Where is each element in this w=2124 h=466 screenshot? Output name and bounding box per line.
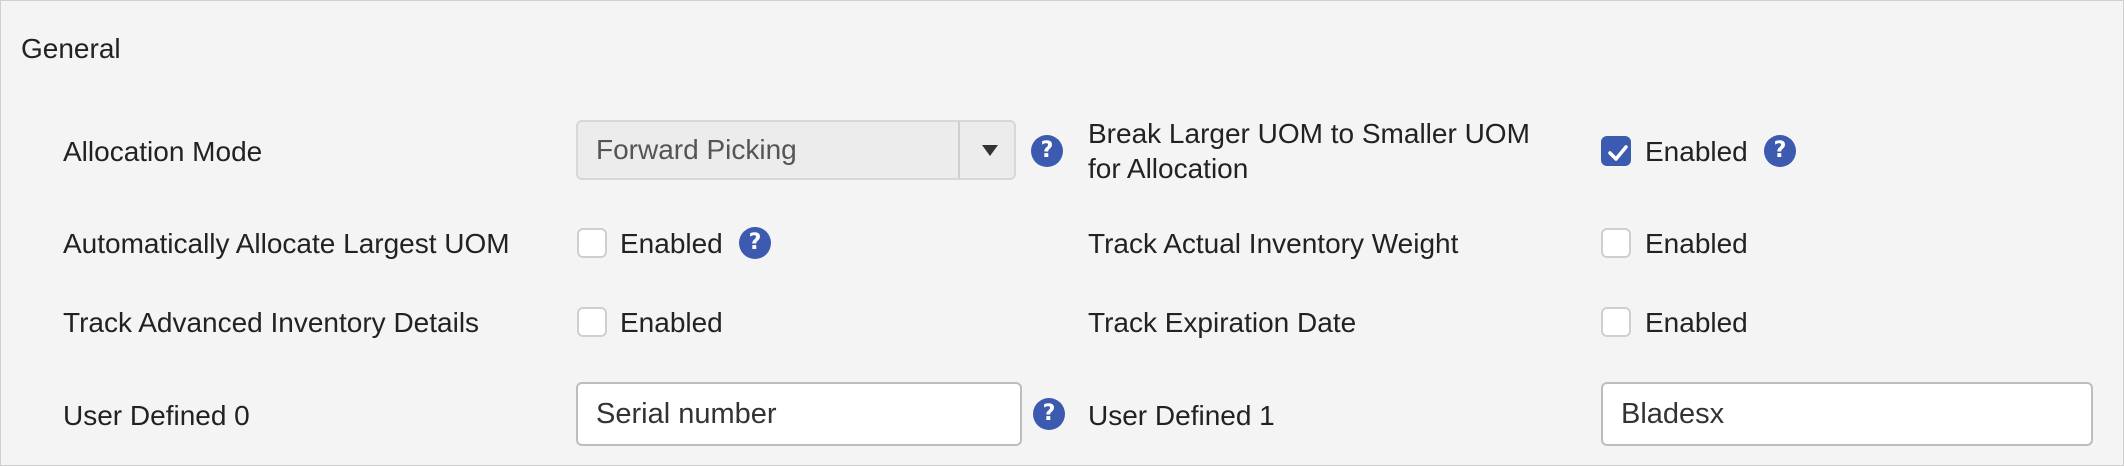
track-actual-weight-label: Track Actual Inventory Weight <box>1088 228 1459 259</box>
break-larger-uom-label: Break Larger UOM to Smaller UOM for Allo… <box>1088 116 1530 186</box>
check-icon <box>1608 145 1628 161</box>
user-defined-1-label: User Defined 1 <box>1088 400 1275 431</box>
break-larger-uom-checkbox[interactable] <box>1601 136 1631 166</box>
user-defined-0-label: User Defined 0 <box>63 400 250 431</box>
track-expiration-date-enabled-label: Enabled <box>1645 307 1748 338</box>
caret-down-icon[interactable] <box>982 145 998 156</box>
select-divider <box>958 122 960 178</box>
break-larger-uom-label-line1: Break Larger UOM to Smaller UOM <box>1088 118 1530 149</box>
auto-allocate-largest-uom-enabled-label: Enabled <box>620 228 723 259</box>
track-expiration-date-checkbox[interactable] <box>1601 307 1631 337</box>
user-defined-0-input[interactable] <box>576 382 1022 446</box>
break-larger-uom-label-line2: for Allocation <box>1088 153 1249 184</box>
section-title: General <box>21 33 121 64</box>
auto-allocate-largest-uom-help-icon[interactable]: ? <box>739 227 771 259</box>
track-advanced-details-checkbox[interactable] <box>577 307 607 337</box>
allocation-mode-help-icon[interactable]: ? <box>1031 135 1063 167</box>
allocation-mode-label: Allocation Mode <box>63 136 263 167</box>
auto-allocate-largest-uom-checkbox[interactable] <box>577 228 607 258</box>
user-defined-0-help-icon[interactable]: ? <box>1033 398 1065 430</box>
track-advanced-details-enabled-label: Enabled <box>620 307 723 338</box>
track-actual-weight-checkbox[interactable] <box>1601 228 1631 258</box>
break-larger-uom-help-icon[interactable]: ? <box>1764 135 1796 167</box>
track-actual-weight-enabled-label: Enabled <box>1645 228 1748 259</box>
break-larger-uom-enabled-label: Enabled <box>1645 136 1748 167</box>
track-expiration-date-label: Track Expiration Date <box>1088 307 1357 338</box>
general-settings-panel: General Allocation Mode Forward Picking … <box>0 0 2124 466</box>
user-defined-1-input[interactable] <box>1601 382 2093 446</box>
allocation-mode-value: Forward Picking <box>596 134 797 165</box>
track-advanced-details-label: Track Advanced Inventory Details <box>63 307 480 338</box>
auto-allocate-largest-uom-label: Automatically Allocate Largest UOM <box>63 228 510 259</box>
allocation-mode-select[interactable]: Forward Picking <box>576 120 1016 180</box>
